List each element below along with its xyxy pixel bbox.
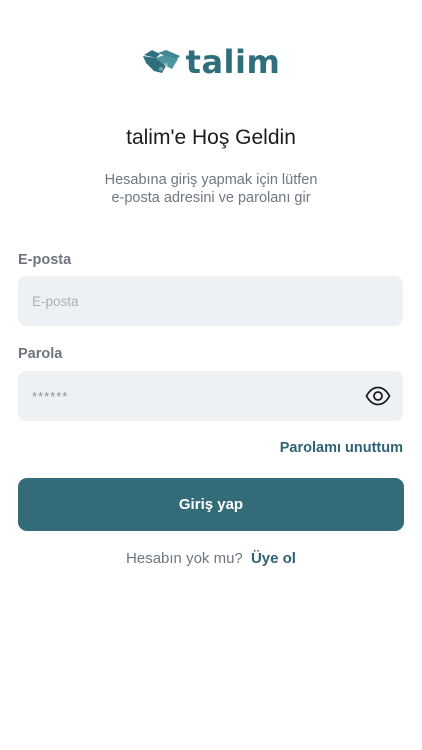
email-label: E-posta	[18, 252, 72, 268]
signup-prompt: Hesabın yok mu? Üye ol	[0, 549, 422, 569]
page-title: talim'e Hoş Geldin	[126, 126, 296, 149]
password-label: Parola	[18, 346, 63, 362]
subtitle-line-1: Hesabına giriş yapmak için lütfen	[104, 172, 318, 188]
password-field[interactable]: ******	[18, 371, 403, 421]
handshake-icon	[142, 50, 180, 73]
brand-logo: talim	[0, 44, 422, 80]
signup-question: Hesabın yok mu?	[126, 550, 243, 567]
brand-name: talim	[185, 43, 281, 81]
forgot-password-link[interactable]: Parolamı unuttum	[280, 440, 403, 456]
password-visibility-toggle[interactable]	[365, 383, 391, 409]
page-subtitle: Hesabına giriş yapmak için lütfen e-post…	[0, 171, 422, 207]
signup-link[interactable]: Üye ol	[251, 550, 296, 567]
login-button[interactable]: Giriş yap	[18, 478, 404, 531]
email-field-container[interactable]	[18, 276, 403, 326]
subtitle-line-2: e-posta adresini ve parolanı gir	[111, 190, 311, 206]
password-masked-value[interactable]: ******	[32, 389, 365, 404]
email-field[interactable]	[32, 293, 389, 309]
eye-icon[interactable]	[365, 386, 391, 406]
login-screen: talim talim'e Hoş Geldin Hesabına giriş …	[0, 0, 422, 750]
